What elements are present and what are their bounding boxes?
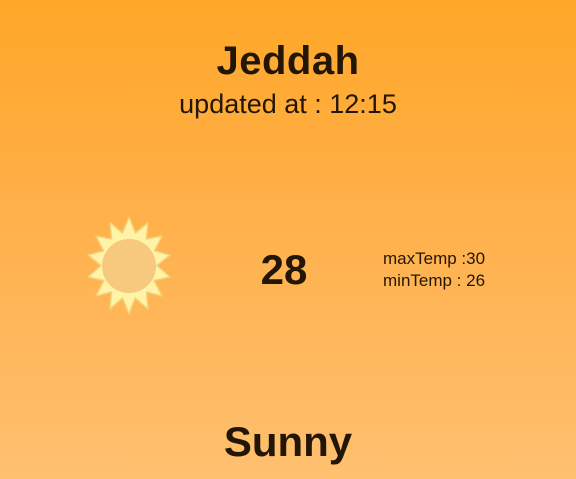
current-temperature: 28 <box>260 246 308 293</box>
temperature-range: maxTemp :30 minTemp : 26 <box>383 248 485 292</box>
sun-icon <box>87 217 171 315</box>
updated-time: updated at : 12:15 <box>179 89 397 119</box>
sun-core <box>102 239 156 293</box>
weather-condition: Sunny <box>223 418 353 465</box>
max-temperature: maxTemp :30 <box>383 249 486 268</box>
city-name: Jeddah <box>216 39 360 83</box>
weather-screen: Jeddah updated at : 12:15 28 maxTemp :30… <box>0 0 576 479</box>
min-temperature: minTemp : 26 <box>383 271 486 290</box>
